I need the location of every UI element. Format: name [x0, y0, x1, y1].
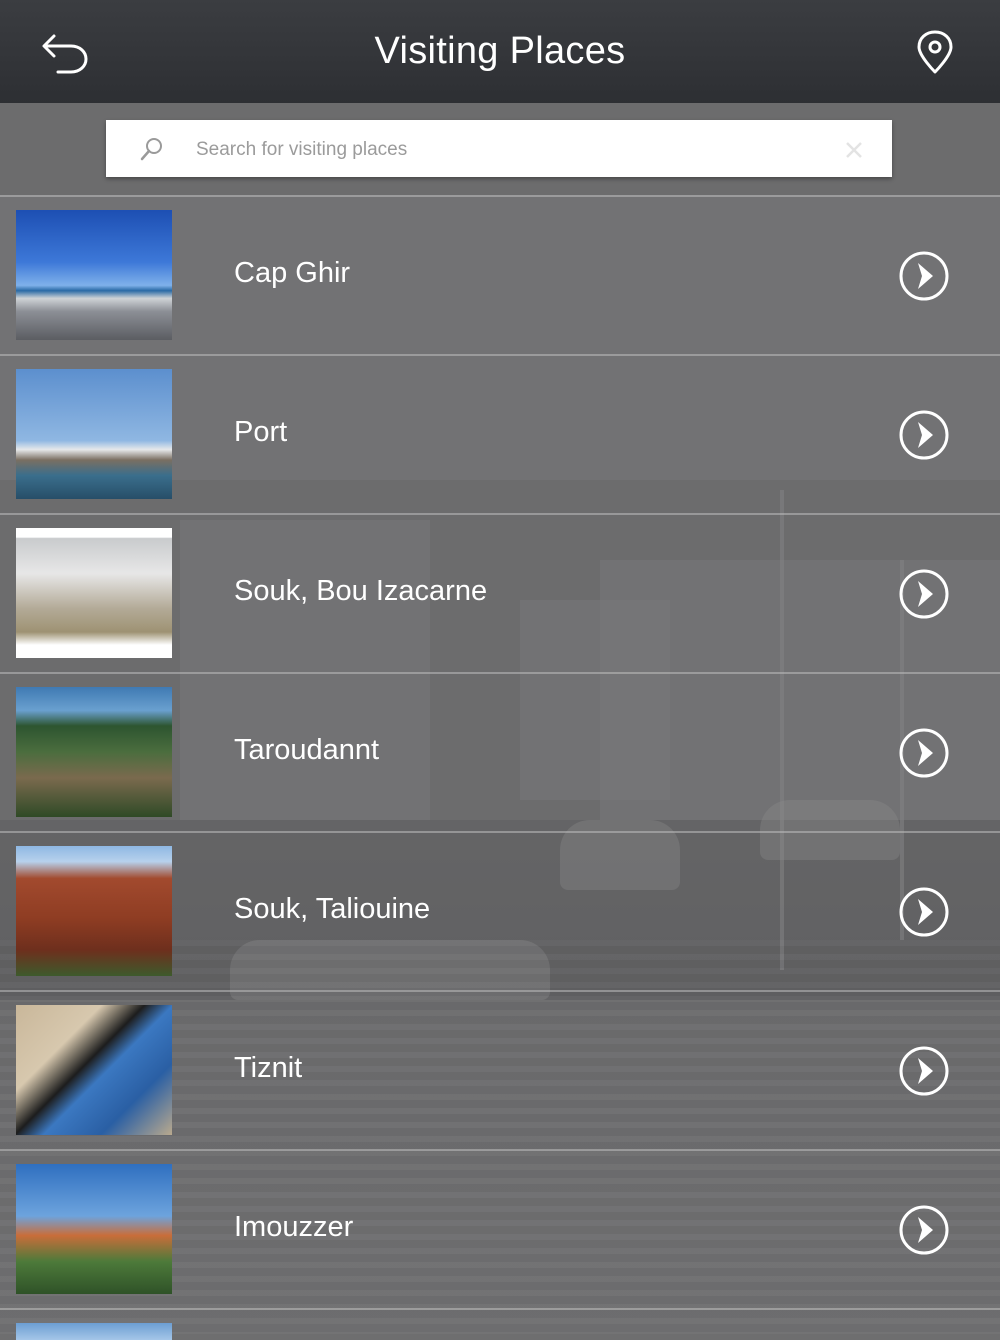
list-item[interactable]: Tiznit: [0, 990, 1000, 1149]
chevron-right-icon[interactable]: [898, 568, 950, 620]
place-thumbnail: [16, 210, 172, 340]
search-icon: [140, 138, 162, 161]
place-thumbnail: [16, 846, 172, 976]
place-name: Souk, Taliouine: [234, 893, 431, 925]
search-input[interactable]: [194, 130, 818, 170]
list-item[interactable]: Taroudannt: [0, 672, 1000, 831]
location-pin-icon[interactable]: [914, 30, 956, 74]
chevron-right-icon[interactable]: [898, 727, 950, 779]
list-item[interactable]: Imouzzer: [0, 1149, 1000, 1308]
place-name: Tiznit: [234, 1052, 303, 1084]
list-item[interactable]: Cap Ghir: [0, 195, 1000, 354]
search-bar-container: [0, 103, 1000, 195]
page-title: Visiting Places: [374, 30, 626, 72]
clear-icon[interactable]: [844, 140, 864, 160]
place-thumbnail: [16, 369, 172, 499]
chevron-right-icon[interactable]: [898, 250, 950, 302]
chevron-right-icon[interactable]: [898, 1204, 950, 1256]
list-item[interactable]: Souk, Bou Izacarne: [0, 513, 1000, 672]
list-item[interactable]: Souk, Taliouine: [0, 831, 1000, 990]
place-name: Souk, Bou Izacarne: [234, 575, 488, 607]
place-name: Port: [234, 416, 288, 448]
chevron-right-icon[interactable]: [898, 1045, 950, 1097]
search-box[interactable]: [106, 120, 892, 177]
place-name: Imouzzer: [234, 1211, 354, 1243]
chevron-right-icon[interactable]: [898, 409, 950, 461]
list-item[interactable]: Port: [0, 354, 1000, 513]
chevron-right-icon[interactable]: [898, 886, 950, 938]
place-name: Cap Ghir: [234, 257, 351, 289]
list-item[interactable]: [0, 1308, 1000, 1340]
back-arrow-icon[interactable]: [40, 30, 90, 76]
places-list: Cap Ghir Port Souk, Bou Izacarne Tarouda…: [0, 195, 1000, 1340]
place-thumbnail: [16, 528, 172, 658]
place-thumbnail: [16, 1005, 172, 1135]
place-name: Taroudannt: [234, 734, 380, 766]
place-thumbnail: [16, 1323, 172, 1340]
place-thumbnail: [16, 687, 172, 817]
place-thumbnail: [16, 1164, 172, 1294]
navigation-bar: Visiting Places: [0, 0, 1000, 103]
